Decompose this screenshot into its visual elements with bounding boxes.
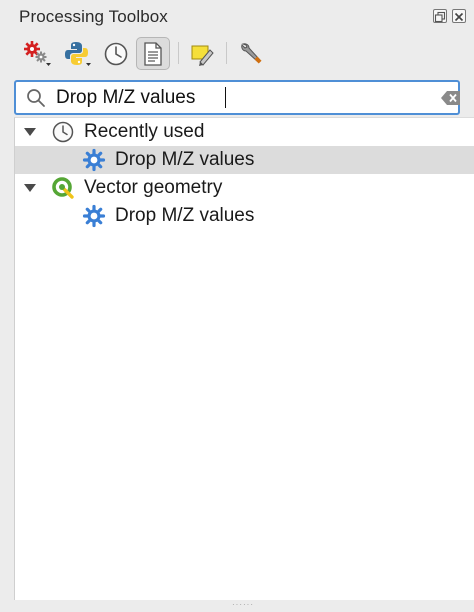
expand-arrow-icon[interactable] bbox=[24, 184, 36, 192]
tree-group-label: Recently used bbox=[84, 121, 205, 142]
search-icon bbox=[27, 89, 45, 107]
tree-item-drop-mz-values[interactable]: Drop M/Z values bbox=[15, 202, 474, 230]
text-caret bbox=[225, 87, 226, 108]
float-panel-button[interactable] bbox=[433, 9, 447, 23]
models-gear-icon bbox=[24, 40, 51, 66]
options-button[interactable] bbox=[234, 37, 268, 70]
toolbox-toolbar bbox=[0, 36, 474, 72]
scripts-button[interactable] bbox=[60, 37, 94, 70]
clock-history-icon bbox=[104, 42, 128, 65]
results-document-icon bbox=[144, 41, 162, 66]
tree-group-vector-geometry[interactable]: Vector geometry bbox=[15, 174, 474, 202]
algorithm-search-box[interactable] bbox=[14, 80, 460, 115]
processing-toolbox-panel: Processing Toolbox Drop M/Z values Recen… bbox=[0, 0, 474, 612]
panel-title: Processing Toolbox bbox=[19, 7, 168, 26]
expand-arrow-icon[interactable] bbox=[24, 128, 36, 136]
tree-item-label: Drop M/Z values bbox=[115, 205, 255, 226]
qgis-logo-icon bbox=[52, 177, 74, 199]
close-panel-button[interactable] bbox=[452, 9, 466, 23]
edit-in-place-button[interactable] bbox=[185, 37, 219, 70]
tree-group-recently-used[interactable]: Recently used bbox=[15, 118, 474, 146]
tree-item-drop-mz-values[interactable]: Drop M/Z values bbox=[15, 146, 474, 174]
models-button[interactable] bbox=[20, 37, 54, 70]
history-button[interactable] bbox=[99, 37, 133, 70]
toolbar-separator bbox=[226, 42, 227, 64]
algorithm-tree: Recently used Drop M/Z values Vector geo… bbox=[14, 117, 474, 600]
toolbar-separator bbox=[178, 42, 179, 64]
clock-icon bbox=[52, 121, 74, 143]
tree-item-label: Drop M/Z values bbox=[115, 149, 255, 170]
algorithm-gear-icon bbox=[82, 204, 106, 228]
search-input[interactable] bbox=[56, 85, 406, 110]
tree-group-label: Vector geometry bbox=[84, 177, 223, 198]
resize-grip[interactable]: ······ bbox=[232, 600, 254, 609]
close-icon bbox=[454, 12, 464, 22]
results-viewer-button[interactable] bbox=[136, 37, 170, 70]
clear-search-icon[interactable] bbox=[441, 90, 461, 106]
wrench-icon bbox=[241, 42, 262, 64]
undock-icon bbox=[434, 11, 446, 23]
python-icon bbox=[65, 41, 91, 66]
pencil-edit-icon bbox=[191, 45, 214, 66]
algorithm-gear-icon bbox=[82, 148, 106, 172]
panel-titlebar: Processing Toolbox bbox=[0, 0, 474, 32]
